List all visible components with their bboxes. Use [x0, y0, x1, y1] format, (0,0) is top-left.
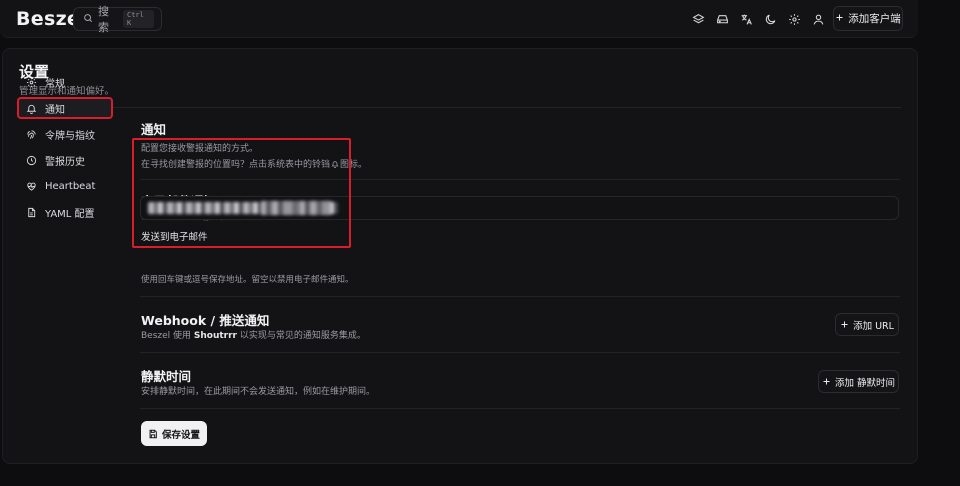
sidebar-item-tokens[interactable]: 令牌与指纹: [18, 124, 112, 144]
gear-icon[interactable]: [786, 11, 802, 27]
clock-icon: [26, 155, 37, 165]
add-quiet-hours-label: 添加 静默时间: [834, 377, 896, 389]
save-settings-button[interactable]: 保存设置: [141, 421, 207, 446]
sidebar-item-label: 常规: [45, 78, 65, 90]
search-icon: [83, 13, 93, 26]
gear-icon: [26, 77, 37, 87]
add-client-label: 添加客户端: [848, 13, 901, 25]
save-settings-label: 保存设置: [161, 429, 200, 441]
fingerprint-icon: [27, 129, 36, 139]
notifications-title: 通知: [141, 122, 167, 137]
search-shortcut: Ctrl K: [123, 10, 154, 28]
sidebar-item-label: 令牌与指纹: [45, 130, 95, 142]
section-divider: [140, 352, 900, 353]
shoutrrr-link[interactable]: Shoutrrr: [194, 331, 237, 341]
sidebar-item-general[interactable]: 常规: [18, 72, 112, 92]
webhook-desc-suffix: 以实现与常见的通知服务集成。: [237, 331, 366, 341]
add-url-label: 添加 URL: [853, 320, 894, 332]
webhook-desc: Beszel 使用 Shoutrrr 以实现与常见的通知服务集成。: [141, 328, 366, 341]
sidebar-item-notifications[interactable]: 通知: [17, 97, 113, 119]
user-icon[interactable]: [810, 11, 826, 27]
plus-icon: [823, 378, 830, 385]
quiet-hours-title: 静默时间: [141, 369, 192, 384]
top-bar: Beszel 搜索 Ctrl K 添加客户端: [0, 0, 918, 38]
hard-drive-icon[interactable]: [714, 11, 730, 27]
webhook-title: Webhook / 推送通知: [141, 313, 270, 328]
moon-icon[interactable]: [762, 11, 778, 27]
sidebar-item-label: 警报历史: [45, 156, 85, 168]
save-icon: [149, 429, 157, 438]
header-divider: [19, 107, 901, 108]
search-label: 搜索: [98, 5, 109, 34]
search-button[interactable]: 搜索 Ctrl K: [73, 5, 162, 34]
sidebar-item-heartbeat[interactable]: Heartbeat: [18, 176, 112, 196]
section-divider: [140, 296, 900, 297]
heart-pulse-icon: [27, 182, 36, 191]
sidebar-item-label: Heartbeat: [45, 180, 96, 192]
highlight-box: [132, 138, 351, 248]
file-icon: [28, 207, 36, 217]
webhook-desc-prefix: Beszel 使用: [141, 331, 194, 341]
email-hint: 使用回车键或逗号保存地址。留空以禁用电子邮件通知。: [141, 275, 354, 285]
sidebar-item-label: 通知: [45, 104, 65, 116]
quiet-hours-desc: 安排静默时间，在此期间不会发送通知，例如在维护期间。: [141, 387, 376, 397]
sidebar-item-alert-history[interactable]: 警报历史: [18, 150, 112, 170]
add-client-button[interactable]: 添加客户端: [833, 6, 903, 31]
add-url-button[interactable]: 添加 URL: [835, 313, 899, 336]
plus-icon: [841, 321, 848, 328]
settings-card: 设置 管理显示和通知偏好。: [2, 48, 918, 464]
sidebar-item-label: YAML 配置: [45, 208, 95, 220]
settings-sidebar: 常规 通知 令牌与指纹 警报历史 Heartbeat YAML 配置: [17, 72, 113, 228]
layers-icon[interactable]: [690, 11, 706, 27]
sidebar-item-yaml-config[interactable]: YAML 配置: [18, 202, 112, 222]
section-divider: [140, 408, 900, 409]
add-quiet-hours-button[interactable]: 添加 静默时间: [818, 370, 899, 393]
bell-icon: [26, 104, 37, 114]
plus-icon: [835, 13, 844, 25]
translate-icon[interactable]: [738, 11, 754, 27]
